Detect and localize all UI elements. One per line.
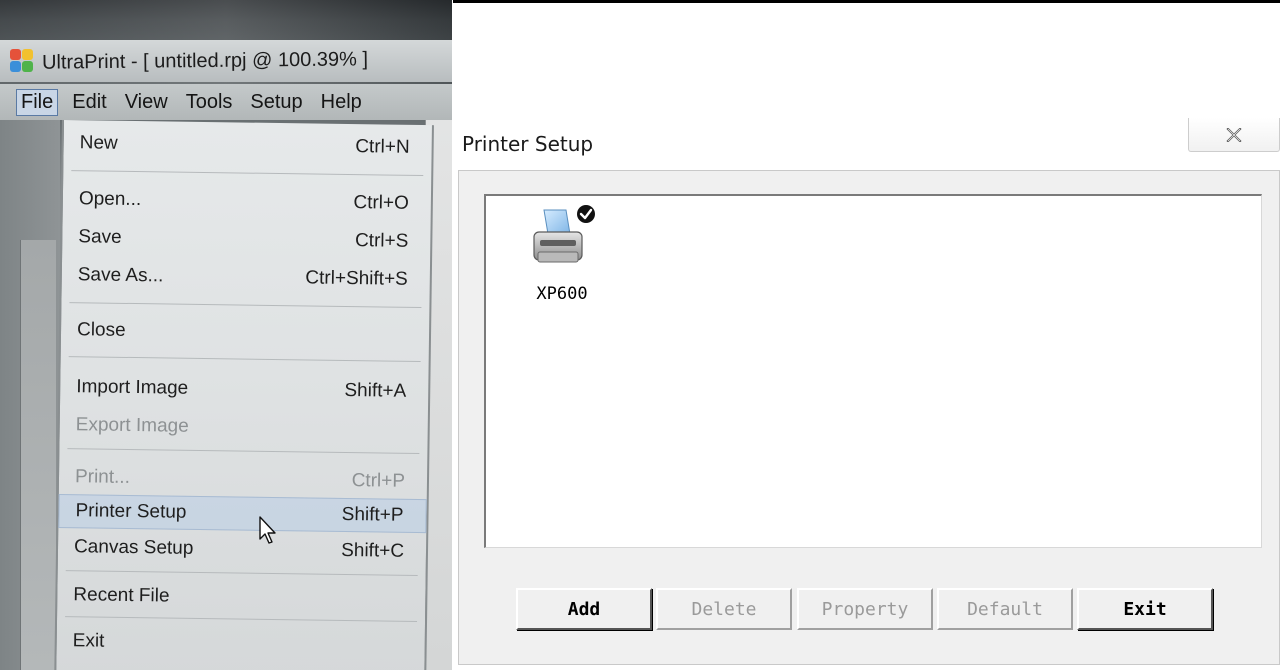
menu-item-shortcut: Ctrl+Shift+S	[305, 267, 408, 290]
menu-item-label: Recent File	[73, 584, 170, 607]
menu-item-label: Printer Setup	[75, 500, 187, 523]
check-badge-icon	[577, 205, 595, 223]
menu-item-label: Canvas Setup	[73, 536, 194, 559]
menu-item-print[interactable]: Print... Ctrl+P	[59, 460, 427, 499]
dialog-title: Printer Setup	[462, 132, 594, 156]
menu-separator	[68, 356, 421, 363]
menu-item-close[interactable]: Close	[61, 313, 429, 352]
menu-item-label: Export Image	[75, 414, 189, 437]
exit-button[interactable]: Exit	[1077, 588, 1213, 630]
divider	[452, 0, 453, 670]
menu-help[interactable]: Help	[321, 91, 362, 114]
menu-item-canvas-setup[interactable]: Canvas Setup Shift+C	[58, 530, 426, 569]
menu-item-recent-file[interactable]: Recent File	[57, 578, 425, 617]
ultraprint-logo-icon	[10, 49, 34, 73]
add-button[interactable]: Add	[516, 588, 652, 630]
menu-view[interactable]: View	[125, 91, 168, 114]
menu-setup[interactable]: Setup	[250, 91, 302, 114]
menu-item-shortcut: Ctrl+N	[355, 136, 410, 158]
menu-item-label: Print...	[74, 466, 131, 488]
menu-separator	[65, 616, 418, 623]
menubar: File Edit View Tools Setup Help	[0, 84, 452, 120]
menu-separator	[71, 170, 424, 177]
menu-item-label: Close	[76, 319, 126, 341]
close-button[interactable]	[1188, 118, 1280, 152]
menu-item-label: Exit	[72, 630, 105, 652]
printer-name: XP600	[536, 284, 588, 304]
close-icon	[1226, 127, 1242, 142]
menu-edit[interactable]: Edit	[72, 91, 106, 114]
mouse-pointer-icon	[259, 516, 276, 544]
menu-separator	[69, 302, 422, 309]
menu-item-printer-setup[interactable]: Printer Setup Shift+P	[58, 493, 427, 534]
menu-file[interactable]: File	[16, 88, 59, 116]
menu-item-new[interactable]: New Ctrl+N	[63, 126, 431, 165]
app-titlebar: UltraPrint - [ untitled.rpj @ 100.39% ]	[0, 40, 452, 82]
menu-item-shortcut: Shift+P	[341, 503, 404, 526]
menu-item-label: New	[79, 132, 118, 154]
menu-tools[interactable]: Tools	[186, 91, 233, 114]
menu-item-label: Save As...	[77, 264, 164, 287]
app-title: UltraPrint - [ untitled.rpj @ 100.39% ]	[41, 47, 369, 74]
menu-item-label: Import Image	[76, 376, 189, 399]
top-border	[452, 0, 1280, 3]
menu-item-label: Save	[78, 226, 122, 248]
menu-separator	[65, 570, 418, 577]
property-button[interactable]: Property	[797, 588, 933, 630]
menu-item-shortcut: Ctrl+S	[354, 230, 409, 252]
printer-list[interactable]: XP600	[484, 194, 1262, 548]
menu-item-open[interactable]: Open... Ctrl+O	[63, 182, 431, 221]
menu-item-save-as[interactable]: Save As... Ctrl+Shift+S	[62, 258, 430, 297]
menu-item-shortcut: Shift+A	[344, 379, 407, 402]
menu-item-shortcut: Ctrl+O	[353, 192, 410, 214]
ultraprint-window-photo: UltraPrint - [ untitled.rpj @ 100.39% ] …	[0, 0, 452, 670]
menu-item-exit[interactable]: Exit	[56, 624, 424, 663]
menu-item-import-image[interactable]: Import Image Shift+A	[60, 370, 428, 409]
side-panel	[20, 240, 56, 670]
menu-item-save[interactable]: Save Ctrl+S	[62, 220, 430, 259]
file-menu-dropdown: New Ctrl+N Open... Ctrl+O Save Ctrl+S Sa…	[54, 120, 434, 670]
menu-item-export-image[interactable]: Export Image	[60, 408, 428, 447]
delete-button[interactable]: Delete	[656, 588, 792, 630]
printer-item[interactable]: XP600	[526, 204, 598, 304]
menu-separator	[67, 448, 420, 455]
menu-item-label: Open...	[78, 188, 142, 211]
menu-item-shortcut: Ctrl+P	[351, 470, 406, 492]
default-button[interactable]: Default	[937, 588, 1073, 630]
menu-item-shortcut: Shift+C	[341, 539, 405, 562]
